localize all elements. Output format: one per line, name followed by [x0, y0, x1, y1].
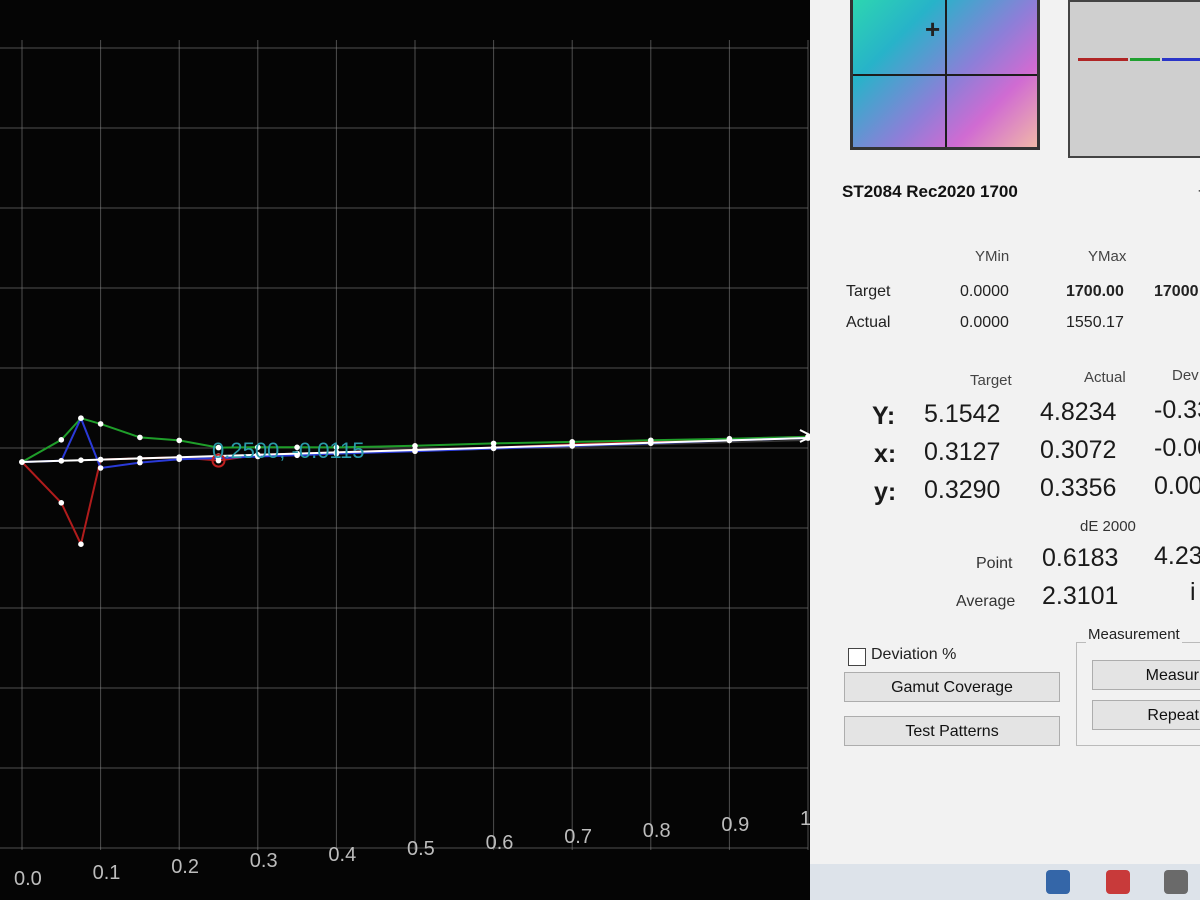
x-target: 0.3127	[924, 438, 1001, 466]
de2000-header: dE 2000	[1080, 518, 1136, 535]
measurement-group	[1076, 642, 1200, 746]
rgb-preview	[1068, 0, 1200, 158]
x-actual: 0.3072	[1040, 436, 1117, 464]
white-data-point	[412, 447, 418, 453]
swatch-divider-horizontal	[853, 73, 1037, 76]
taskbar	[810, 864, 1200, 900]
x-label: x:	[874, 440, 897, 468]
point-label: Point	[976, 555, 1013, 572]
x-tick-label: 0.1	[93, 862, 121, 884]
white-data-point	[78, 457, 84, 464]
blue-data-point	[97, 465, 104, 471]
x-tick-label: 0.0	[14, 868, 42, 890]
taskbar-app-icon[interactable]	[1046, 870, 1070, 894]
profile-name: ST2084 Rec2020 1700	[842, 182, 1018, 201]
blue-data-point	[78, 415, 84, 422]
average-label: Average	[956, 593, 1016, 610]
x-tick-label: 0.9	[721, 814, 749, 836]
ymax-header: YMax	[1088, 248, 1127, 265]
green-data-point	[97, 421, 104, 427]
x-tick-label: 0.3	[250, 850, 278, 872]
taskbar-app-icon-3[interactable]	[1164, 870, 1188, 894]
white-data-point	[97, 456, 104, 463]
Y-target: 5.1542	[924, 400, 1001, 428]
red-data-point	[78, 541, 84, 547]
deviation-checkbox[interactable]	[848, 648, 866, 666]
average-value: 2.3101	[1042, 582, 1119, 610]
preview-red-line	[1078, 58, 1128, 61]
actual-ymax: 1550.17	[1066, 314, 1124, 331]
white-data-point	[58, 458, 65, 464]
y-label: y:	[874, 478, 897, 506]
actual-row-label: Actual	[846, 314, 891, 331]
ymin-header: YMin	[975, 248, 1010, 265]
repeat-button[interactable]: Repeat	[1092, 700, 1200, 730]
x-tick-label: 0.7	[564, 826, 592, 848]
info-panel: + ST2084 Rec2020 1700 - YMin YMax Target…	[810, 0, 1200, 900]
deviation-label: Deviation %	[871, 646, 957, 663]
green-data-point	[176, 437, 182, 444]
x-tick-label: 0.2	[171, 856, 199, 878]
chart-panel: 0.00.10.20.30.40.50.60.70.80.91.00.2500,…	[0, 0, 830, 900]
white-data-point	[490, 444, 497, 451]
target-ymax: 1700.00	[1066, 283, 1124, 300]
y-target: 0.3290	[924, 476, 1001, 504]
white-data-point	[176, 454, 182, 461]
target-ymin: 0.0000	[960, 283, 1009, 300]
x-tick-label: 0.6	[486, 832, 514, 854]
Y-dev: -0.33	[1154, 396, 1200, 424]
x-dev: -0.00	[1154, 434, 1200, 462]
white-data-point	[137, 455, 143, 462]
color-swatch[interactable]: +	[850, 0, 1040, 150]
white-data-point	[19, 459, 25, 465]
actual-ymin: 0.0000	[960, 314, 1009, 331]
y-dev: 0.00	[1154, 472, 1200, 500]
x-tick-label: 0.5	[407, 838, 435, 860]
crosshair-icon: +	[925, 14, 941, 44]
red-data-point	[58, 500, 65, 506]
x-tick-label: 0.4	[328, 844, 356, 866]
target-extra: 17000	[1154, 283, 1199, 300]
stat-actual-header: Actual	[1084, 369, 1126, 386]
cursor-readout: 0.2500, -0.0115	[212, 438, 365, 463]
green-data-point	[58, 437, 65, 443]
measure-button[interactable]: Measur	[1092, 660, 1200, 690]
point-value: 0.6183	[1042, 544, 1119, 572]
white-data-point	[569, 442, 575, 449]
stat-target-header: Target	[970, 372, 1012, 389]
gamut-coverage-button[interactable]: Gamut Coverage	[844, 672, 1060, 702]
y-actual: 0.3356	[1040, 474, 1117, 502]
preview-blue-line	[1162, 58, 1200, 61]
white-data-point	[648, 440, 654, 446]
average-extra: i	[1190, 578, 1196, 606]
target-row-label: Target	[846, 283, 891, 300]
point-extra: 4.23	[1154, 542, 1200, 570]
Y-actual: 4.8234	[1040, 398, 1117, 426]
preview-green-line	[1130, 58, 1160, 61]
test-patterns-button[interactable]: Test Patterns	[844, 716, 1060, 746]
green-data-point	[137, 434, 143, 441]
taskbar-app-icon-2[interactable]	[1106, 870, 1130, 894]
white-data-point	[726, 437, 733, 444]
x-tick-label: 0.8	[643, 820, 671, 842]
gamma-chart[interactable]: 0.00.10.20.30.40.50.60.70.80.91.00.2500,…	[0, 0, 830, 900]
Y-label: Y:	[872, 402, 896, 430]
stat-dev-header: Dev	[1172, 367, 1199, 384]
measurement-group-label: Measurement	[1086, 626, 1182, 643]
